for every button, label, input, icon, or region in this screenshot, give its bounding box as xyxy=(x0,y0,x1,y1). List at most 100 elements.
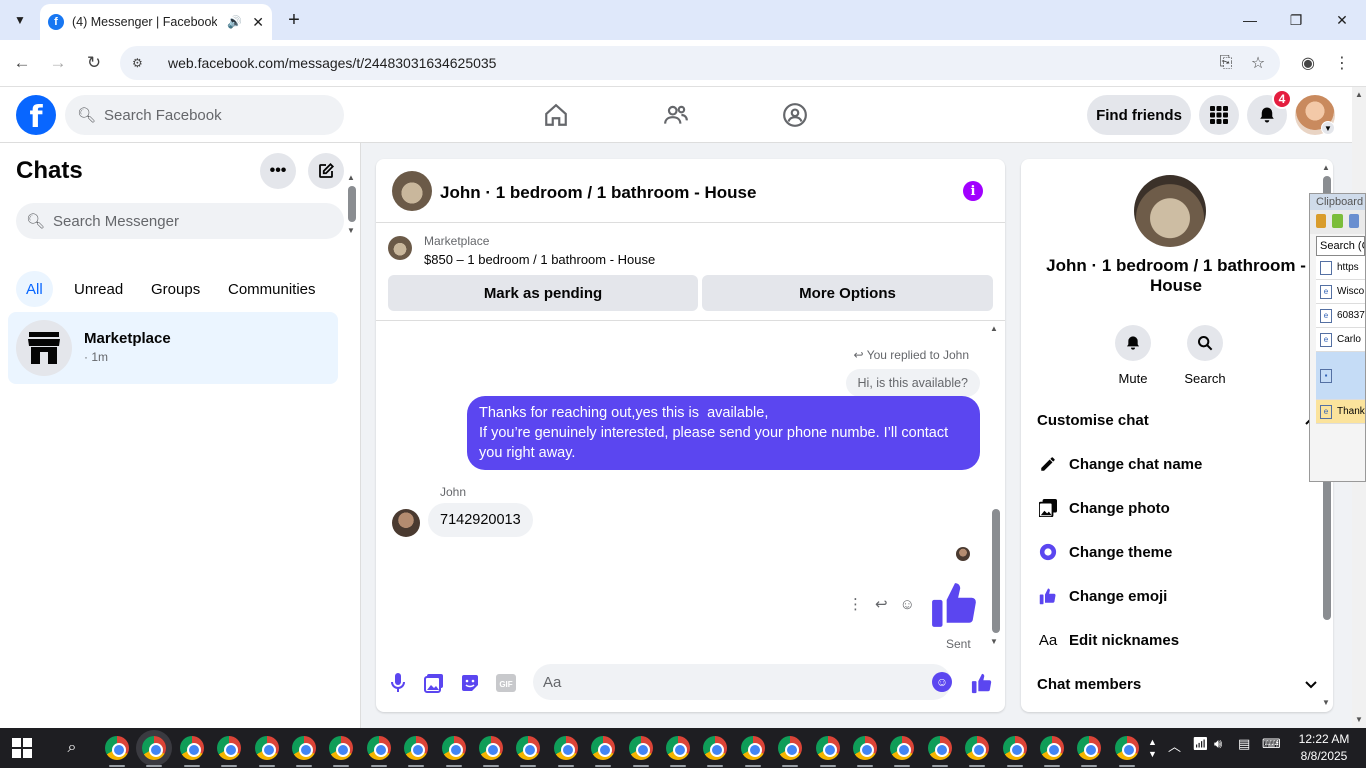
listing-thumbnail[interactable] xyxy=(388,236,412,260)
forward-arrow-icon[interactable]: → xyxy=(46,51,70,75)
taskbar-chrome-icon[interactable] xyxy=(741,736,765,760)
taskbar-chrome-icon[interactable] xyxy=(853,736,877,760)
taskbar-chrome-icon[interactable] xyxy=(329,736,353,760)
change-photo-option[interactable]: Change photo xyxy=(1037,496,1317,520)
friends-icon[interactable] xyxy=(662,101,690,129)
chat-members-section[interactable]: Chat members xyxy=(1037,672,1317,696)
clipboard-star-icon[interactable] xyxy=(1332,214,1343,228)
emoji-picker-icon[interactable]: ☺ xyxy=(932,672,952,692)
find-friends-button[interactable]: Find friends xyxy=(1087,95,1191,135)
react-smiley-icon[interactable]: ☺ xyxy=(900,596,915,613)
mark-as-pending-button[interactable]: Mark as pending xyxy=(388,275,698,311)
change-emoji-option[interactable]: Change emoji xyxy=(1037,584,1317,608)
info-scroll-up-icon[interactable]: ▲ xyxy=(1322,163,1330,172)
clipboard-title[interactable]: Clipboard xyxy=(1310,194,1365,210)
taskbar-chrome-icon[interactable] xyxy=(928,736,952,760)
outgoing-message-bubble[interactable]: Thanks for reaching out,yes this is avai… xyxy=(467,396,980,470)
clipboard-search-input[interactable]: Search (C xyxy=(1316,236,1365,256)
attach-photo-icon[interactable] xyxy=(422,671,446,695)
chat-list-item-marketplace[interactable]: Marketplace · 1m xyxy=(8,312,338,384)
home-icon[interactable] xyxy=(542,101,570,129)
gif-icon[interactable]: GIF xyxy=(494,671,518,695)
reply-icon[interactable]: ↩ xyxy=(875,595,888,613)
mute-button[interactable]: Mute xyxy=(1103,325,1163,386)
taskbar-search-icon[interactable]: ⌕ xyxy=(62,738,82,758)
window-close-icon[interactable]: ✕ xyxy=(1330,8,1354,32)
quoted-message[interactable]: Hi, is this available? xyxy=(845,369,980,397)
taskbar-chrome-icon[interactable] xyxy=(591,736,615,760)
taskbar-chrome-icon[interactable] xyxy=(142,736,166,760)
facebook-logo-icon[interactable]: f xyxy=(16,95,56,135)
filter-unread[interactable]: Unread xyxy=(64,271,133,307)
page-scroll-down-icon[interactable]: ▼ xyxy=(1355,715,1363,724)
message-input[interactable]: Aa xyxy=(533,664,951,700)
taskbar-chrome-icon[interactable] xyxy=(1003,736,1027,760)
menu-grid-icon[interactable] xyxy=(1199,95,1239,135)
clipboard-item[interactable]: e Carlo xyxy=(1316,328,1365,352)
reload-icon[interactable]: ↻ xyxy=(82,51,106,75)
wifi-icon[interactable]: 📶︎ xyxy=(1192,736,1209,752)
messenger-search-input[interactable]: 🔍︎ Search Messenger xyxy=(16,203,344,239)
thumbs-up-sent-icon[interactable] xyxy=(930,579,980,629)
browser-tab-messenger[interactable]: f (4) Messenger | Facebook 🔊 ✕ xyxy=(40,4,272,40)
taskbar-chrome-icon[interactable] xyxy=(105,736,129,760)
taskbar-scroll-arrows-icon[interactable]: ▲ ▼ xyxy=(1148,736,1157,760)
conversation-avatar[interactable] xyxy=(392,171,432,211)
taskbar-chrome-icon[interactable] xyxy=(666,736,690,760)
listing-title[interactable]: $850 – 1 bedroom / 1 bathroom - House xyxy=(424,252,655,267)
groups-icon[interactable] xyxy=(781,101,809,129)
taskbar-clock[interactable]: 12:22 AM 8/8/2025 xyxy=(1296,731,1352,765)
taskbar-chrome-icon[interactable] xyxy=(1040,736,1064,760)
sticker-icon[interactable] xyxy=(458,671,482,695)
taskbar-chrome-icon[interactable] xyxy=(367,736,391,760)
new-message-compose-icon[interactable] xyxy=(308,153,344,189)
clipboard-item[interactable]: e Wisco xyxy=(1316,280,1365,304)
left-scrollbar[interactable] xyxy=(348,186,356,222)
site-info-icon[interactable]: ⚙ xyxy=(132,56,150,70)
more-actions-icon[interactable]: ⋮ xyxy=(848,595,863,613)
taskbar-chrome-icon[interactable] xyxy=(292,736,316,760)
minimize-icon[interactable]: — xyxy=(1238,8,1262,32)
microphone-icon[interactable] xyxy=(386,671,410,695)
taskbar-chrome-icon[interactable] xyxy=(703,736,727,760)
chat-tray-icon[interactable]: ▤ xyxy=(1238,736,1250,752)
restore-icon[interactable]: ❐ xyxy=(1284,8,1308,32)
taskbar-chrome-icon[interactable] xyxy=(180,736,204,760)
change-theme-option[interactable]: Change theme xyxy=(1037,540,1317,564)
clipboard-window-icon[interactable] xyxy=(1348,214,1359,228)
filter-communities[interactable]: Communities xyxy=(218,271,326,307)
taskbar-chrome-icon[interactable] xyxy=(629,736,653,760)
clipboard-item-image[interactable]: ▪ xyxy=(1316,352,1365,400)
search-in-conversation-button[interactable]: Search xyxy=(1175,325,1235,386)
back-arrow-icon[interactable]: ← xyxy=(10,51,34,75)
windows-start-icon[interactable] xyxy=(12,738,32,758)
speaker-icon[interactable]: 🔊 xyxy=(227,15,242,29)
taskbar-chrome-icon[interactable] xyxy=(965,736,989,760)
sender-avatar[interactable] xyxy=(392,509,420,537)
taskbar-chrome-icon[interactable] xyxy=(217,736,241,760)
chat-scroll-down-icon[interactable]: ▼ xyxy=(990,637,998,646)
conversation-info-icon[interactable]: i xyxy=(963,181,983,201)
page-scroll-up-icon[interactable]: ▲ xyxy=(1355,90,1363,99)
tray-chevron-up-icon[interactable]: ︿ xyxy=(1168,736,1181,755)
clipboard-item[interactable]: e Thank xyxy=(1316,400,1365,424)
info-avatar[interactable] xyxy=(1134,175,1206,247)
taskbar-chrome-icon[interactable] xyxy=(816,736,840,760)
keyboard-icon[interactable]: ⌨ xyxy=(1262,736,1281,752)
browser-menu-icon[interactable]: ⋮ xyxy=(1330,51,1354,75)
taskbar-chrome-icon[interactable] xyxy=(1115,736,1139,760)
bookmark-star-icon[interactable]: ☆ xyxy=(1246,51,1270,75)
tab-search-chevron-icon[interactable]: ▼ xyxy=(8,8,32,32)
conversation-title[interactable]: John · 1 bedroom / 1 bathroom - House xyxy=(440,183,756,203)
more-options-button[interactable]: More Options xyxy=(702,275,993,311)
tab-close-icon[interactable]: ✕ xyxy=(252,14,264,31)
edit-nicknames-option[interactable]: Aa Edit nicknames xyxy=(1037,628,1317,652)
taskbar-chrome-icon[interactable] xyxy=(404,736,428,760)
taskbar-chrome-icon[interactable] xyxy=(479,736,503,760)
account-chevron-down-icon[interactable]: ▼ xyxy=(1321,121,1335,135)
customise-chat-section[interactable]: Customise chat xyxy=(1037,408,1317,432)
left-scroll-down-icon[interactable]: ▼ xyxy=(347,226,355,235)
taskbar-chrome-icon[interactable] xyxy=(778,736,802,760)
clipboard-paste-icon[interactable] xyxy=(1316,214,1327,228)
chat-scrollbar[interactable] xyxy=(992,509,1000,633)
